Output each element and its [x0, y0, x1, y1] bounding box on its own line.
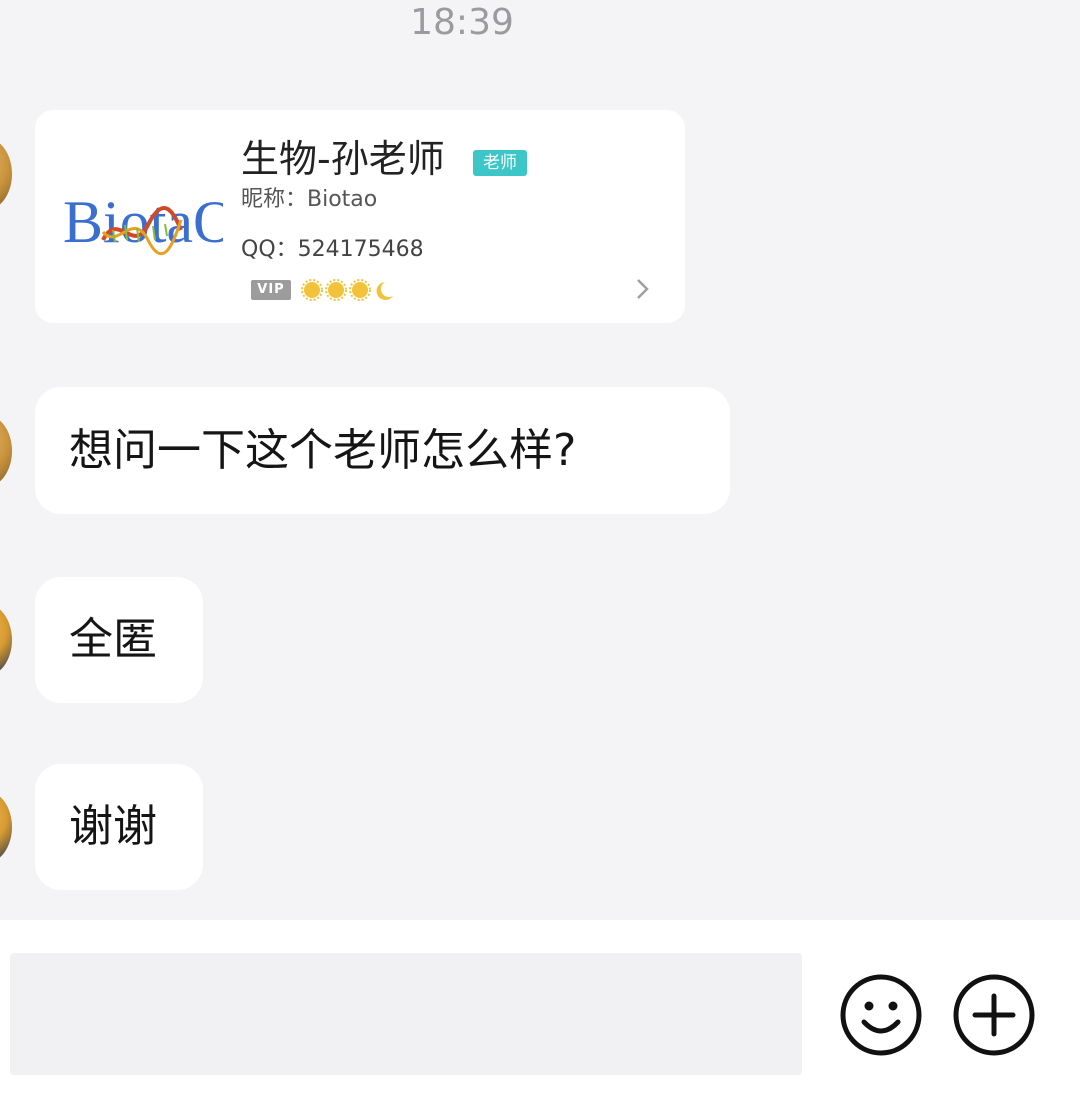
message-text: 想问一下这个老师怎么样?: [69, 424, 577, 476]
biotao-logo: BiotaO: [63, 189, 223, 256]
sun-icon: [325, 279, 347, 301]
message-bubble[interactable]: 想问一下这个老师怎么样?: [35, 387, 730, 514]
contact-qq-number: QQ：524175468: [241, 237, 424, 262]
smiley-icon[interactable]: [838, 972, 924, 1058]
contact-name: 生物-孙老师: [241, 137, 445, 181]
message-input-bar: [0, 920, 1080, 1107]
sender-avatar[interactable]: [0, 791, 12, 863]
plus-circle-icon[interactable]: [951, 972, 1037, 1058]
message-bubble[interactable]: 谢谢: [35, 764, 203, 890]
message-bubble[interactable]: 全匿: [35, 577, 203, 703]
message-timestamp: 18:39: [410, 2, 514, 43]
qq-level-icons: [301, 279, 393, 301]
vip-badge: VIP: [251, 280, 291, 300]
logo-lettering: BiotaO: [63, 189, 223, 255]
sender-avatar[interactable]: [0, 604, 12, 676]
contact-card[interactable]: BiotaO 生物-孙老师 老师 昵称：Biotao QQ：524175468 …: [35, 110, 685, 323]
sun-icon: [301, 279, 323, 301]
sun-icon: [349, 279, 371, 301]
moon-icon: [376, 282, 393, 300]
sender-avatar[interactable]: [0, 415, 12, 487]
teacher-role-badge: 老师: [473, 150, 527, 176]
contact-nickname: 昵称：Biotao: [241, 187, 378, 212]
message-input[interactable]: [10, 953, 802, 1075]
message-text: 谢谢: [69, 801, 157, 852]
sender-avatar[interactable]: [0, 138, 12, 210]
message-text: 全匿: [69, 614, 157, 665]
chevron-right-icon[interactable]: [634, 276, 652, 302]
chat-area[interactable]: 18:39 BiotaO 生物-孙老师 老师 昵称：Biotao QQ：5241…: [0, 0, 1080, 920]
